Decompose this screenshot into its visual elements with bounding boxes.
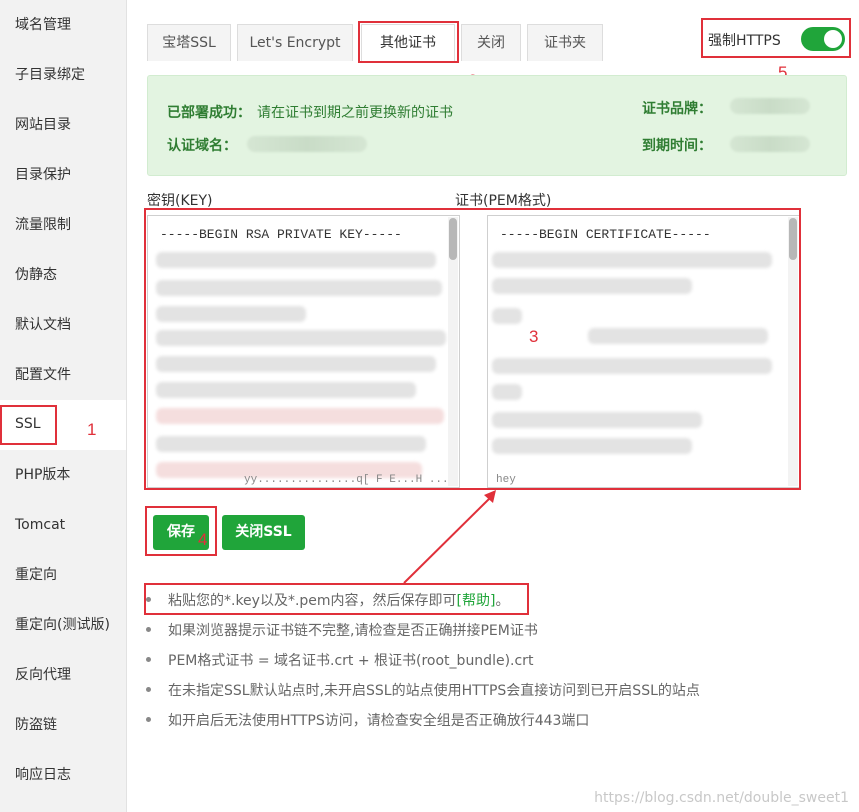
tip-text: PEM格式证书 = 域名证书.crt + 根证书(root_bundle).cr… xyxy=(168,653,534,669)
bullet-icon xyxy=(146,717,151,722)
help-link[interactable]: [帮助] xyxy=(457,593,496,609)
bullet-icon xyxy=(146,627,151,632)
tip-text: 如开启后无法使用HTTPS访问，请检查安全组是否正确放行443端口 xyxy=(168,713,590,729)
bullet-icon xyxy=(146,597,151,602)
tip-text: 在未指定SSL默认站点时,未开启SSL的站点使用HTTPS会直接访问到已开启SS… xyxy=(168,683,700,699)
bullet-icon xyxy=(146,657,151,662)
tip-text: 粘贴您的*.key以及*.pem内容，然后保存即可 xyxy=(168,593,457,609)
bullet-icon xyxy=(146,687,151,692)
watermark: https://blog.csdn.net/double_sweet1 xyxy=(594,790,849,806)
tip-text-end: 。 xyxy=(495,593,510,609)
tip-text: 如果浏览器提示证书链不完整,请检查是否正确拼接PEM证书 xyxy=(168,623,538,639)
